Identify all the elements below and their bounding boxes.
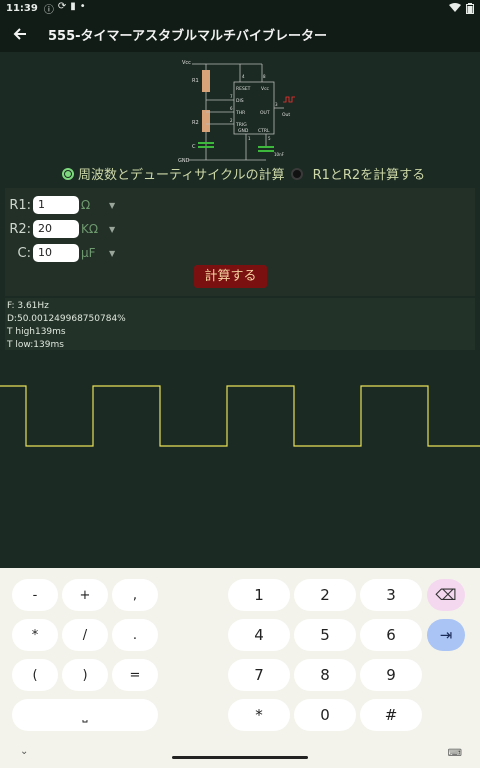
key-plus[interactable]: +: [62, 579, 108, 611]
key-close-paren[interactable]: ): [62, 659, 108, 691]
svg-text:RESET: RESET: [236, 86, 251, 92]
backspace-key[interactable]: ⌫: [427, 579, 465, 611]
r2-label: R2:: [9, 221, 31, 237]
svg-text:THR: THR: [235, 110, 245, 116]
key-7[interactable]: 7: [228, 659, 290, 691]
result-thigh: T high139ms: [7, 327, 66, 337]
c-row: C: 10 µF ▼: [5, 244, 115, 262]
keyboard-switch-icon[interactable]: ⌨: [448, 748, 462, 759]
hide-keyboard-icon[interactable]: ⌄: [20, 746, 28, 757]
next-field-icon: ⇥: [439, 626, 453, 644]
svg-text:10nF: 10nF: [274, 152, 285, 157]
back-button[interactable]: [0, 16, 40, 52]
key-equals[interactable]: =: [112, 659, 158, 691]
svg-text:Vcc: Vcc: [261, 86, 270, 92]
r1-input[interactable]: 1: [33, 196, 79, 214]
enter-key[interactable]: ⇥: [427, 619, 465, 651]
battery-icon: [466, 2, 474, 14]
svg-text:R2: R2: [192, 120, 199, 126]
r1-row: R1: 1 Ω ▼: [5, 196, 115, 214]
radio-frequency-duty-label[interactable]: 周波数とデューティサイクルの計算: [78, 164, 285, 183]
svg-text:C: C: [192, 144, 196, 150]
key-2[interactable]: 2: [294, 579, 356, 611]
key-star[interactable]: *: [228, 699, 290, 731]
keyboard-nav-bar: ⌄ ⌨: [0, 744, 480, 768]
svg-text:DIS: DIS: [236, 98, 244, 104]
square-wave-output: [0, 385, 480, 447]
circuit-diagram: Vcc R1 R2 C GND 4 8 RESET Vcc 7 DIS 6 TH…: [176, 56, 296, 168]
r2-row: R2: 20 KΩ ▼: [5, 220, 115, 238]
c-label: C:: [17, 245, 31, 261]
key-3[interactable]: 3: [360, 579, 422, 611]
key-9[interactable]: 9: [360, 659, 422, 691]
key-1[interactable]: 1: [228, 579, 290, 611]
key-minus[interactable]: -: [12, 579, 58, 611]
chevron-down-icon[interactable]: ▼: [109, 225, 115, 234]
input-form: R1: 1 Ω ▼ R2: 20 KΩ ▼ C: 10 µF ▼ 計算する: [5, 188, 475, 296]
result-frequency: F: 3.61Hz: [7, 301, 49, 311]
key-period[interactable]: .: [112, 619, 158, 651]
svg-text:Out: Out: [282, 112, 290, 118]
result-duty: D:50.001249968750784%: [7, 314, 126, 324]
r1-unit-select[interactable]: Ω: [81, 198, 109, 212]
radio-calc-r1-r2[interactable]: [290, 167, 303, 180]
c-input[interactable]: 10: [33, 244, 79, 262]
key-5[interactable]: 5: [294, 619, 356, 651]
calculate-button[interactable]: 計算する: [194, 265, 267, 288]
svg-text:CTRL: CTRL: [258, 128, 270, 134]
key-multiply[interactable]: *: [12, 619, 58, 651]
chevron-down-icon[interactable]: ▼: [109, 249, 115, 258]
numeric-keyboard: - + , * / . ( ) = ⎵ 1 2 3 4 5 6 7 8 9 * …: [0, 568, 480, 768]
results-panel: F: 3.61Hz D:50.001249968750784% T high13…: [5, 298, 475, 350]
sync-icon: ⟳: [57, 0, 67, 12]
result-tlow: T low:139ms: [7, 340, 64, 350]
r2-unit-select[interactable]: KΩ: [81, 222, 109, 236]
status-time: 11:39: [6, 2, 38, 14]
svg-text:TRIG: TRIG: [235, 122, 247, 128]
backspace-icon: ⌫: [435, 586, 457, 604]
key-comma[interactable]: ,: [112, 579, 158, 611]
mode-selector: 周波数とデューティサイクルの計算 R1とR2を計算する: [62, 164, 425, 183]
svg-text:OUT: OUT: [260, 110, 270, 116]
key-0[interactable]: 0: [294, 699, 356, 731]
key-8[interactable]: 8: [294, 659, 356, 691]
key-space[interactable]: ⎵: [12, 699, 158, 731]
key-divide[interactable]: /: [62, 619, 108, 651]
radio-frequency-duty[interactable]: [62, 167, 74, 180]
svg-text:R1: R1: [192, 78, 199, 84]
gesture-handle[interactable]: [172, 756, 308, 759]
key-open-paren[interactable]: (: [12, 659, 58, 691]
main-content: Vcc R1 R2 C GND 4 8 RESET Vcc 7 DIS 6 TH…: [0, 52, 480, 568]
key-hash[interactable]: #: [360, 699, 422, 731]
r1-label: R1:: [9, 197, 31, 213]
svg-text:Vcc: Vcc: [182, 60, 191, 66]
c-unit-select[interactable]: µF: [81, 246, 109, 260]
arrow-back-icon: [13, 28, 26, 40]
sd-card-icon: ▮: [70, 0, 76, 12]
info-icon: ⓘ: [43, 4, 54, 16]
notification-dot-icon: •: [79, 0, 86, 12]
app-bar: 555-タイマーアスタブルマルチバイブレーター: [0, 16, 480, 52]
chevron-down-icon[interactable]: ▼: [109, 201, 115, 210]
radio-calc-r1-r2-label[interactable]: R1とR2を計算する: [313, 164, 426, 183]
r2-input[interactable]: 20: [33, 220, 79, 238]
status-bar: 11:39 ⓘ ⟳ ▮ •: [0, 0, 480, 16]
wifi-icon: [449, 3, 461, 12]
key-4[interactable]: 4: [228, 619, 290, 651]
key-6[interactable]: 6: [360, 619, 422, 651]
page-title: 555-タイマーアスタブルマルチバイブレーター: [48, 28, 328, 44]
svg-text:GND: GND: [238, 128, 249, 134]
